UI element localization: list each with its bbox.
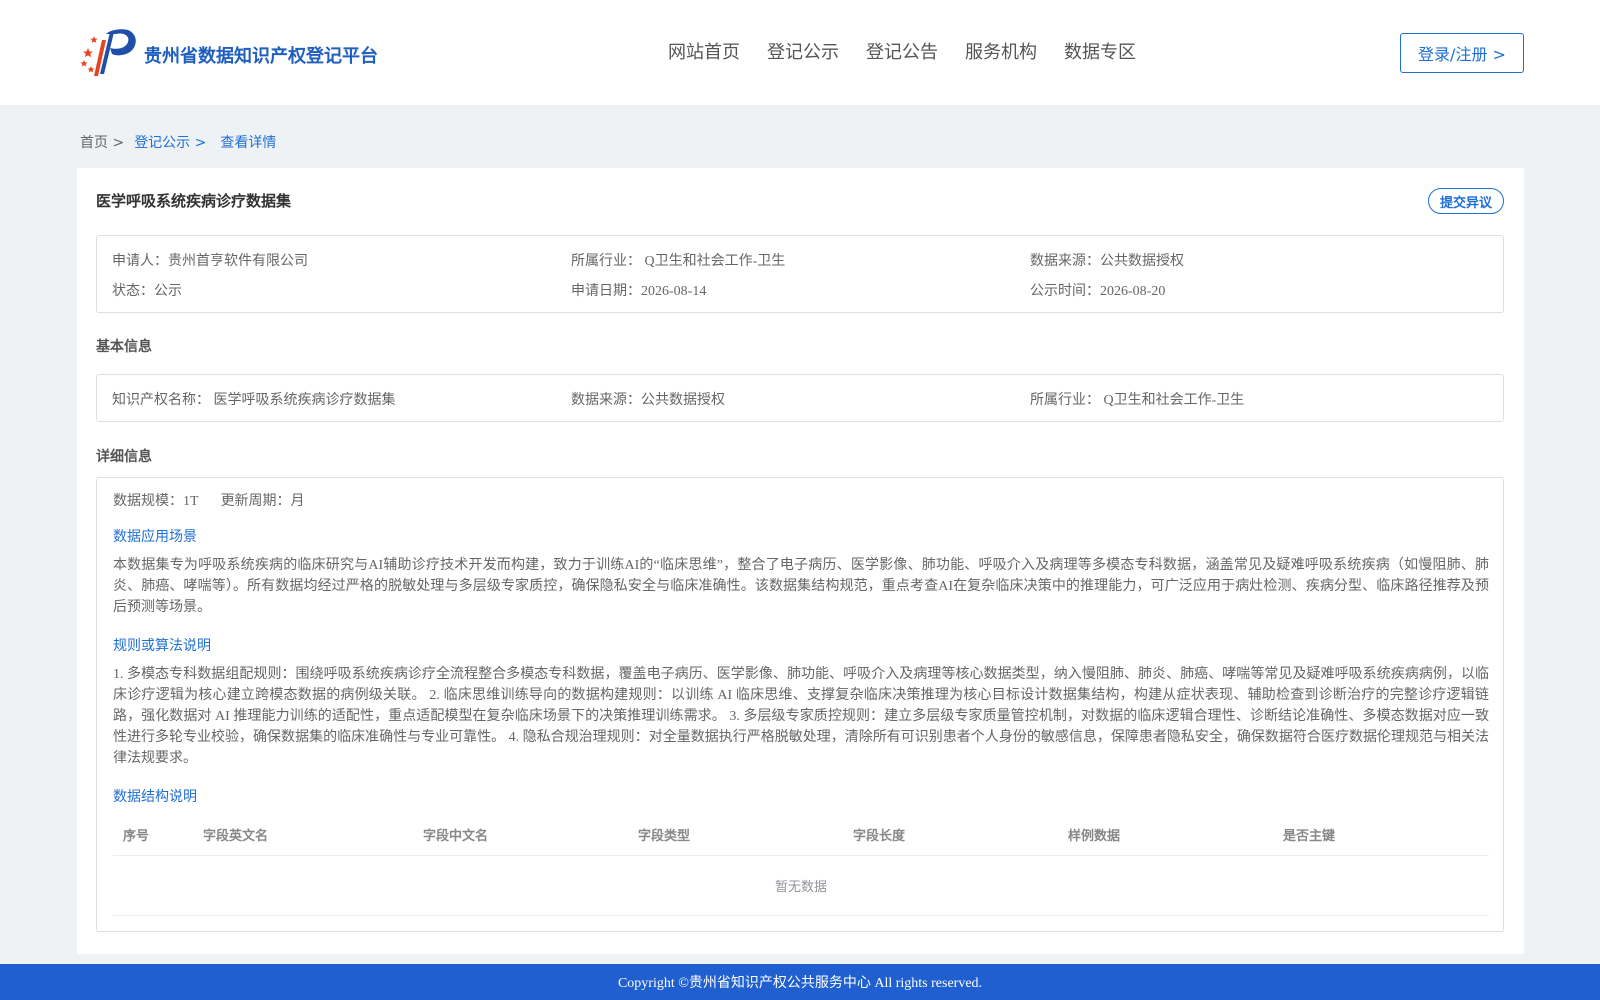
ip-name-field: 知识产权名称： 医学呼吸系统疾病诊疗数据集 [112,393,396,408]
rules-text: 1. 多模态专科数据组配规则：围绕呼吸系统疾病诊疗全流程整合多模态专科数据，覆盖… [113,667,1489,766]
breadcrumb-registration-publicity[interactable]: 登记公示 > [134,132,206,152]
site-title[interactable]: 贵州省数据知识产权登记平台 [144,42,378,68]
basic-data-source-field: 数据来源：公共数据授权 [571,393,725,408]
summary-panel: 申请人：贵州首亨软件有限公司 所属行业： Q卫生和社会工作-卫生 数据来源：公共… [96,235,1504,313]
basic-info-heading: 基本信息 [96,339,152,355]
structure-heading: 数据结构说明 [113,790,197,805]
nav-item-registration-announcement[interactable]: 登记公告 [866,38,938,64]
col-index: 序号 [123,829,150,844]
scenario-text: 本数据集专为呼吸系统疾病的临床研究与AI辅助诊疗技术开发而构建，致力于训练AI的… [113,558,1489,615]
col-field-length: 字段长度 [853,829,906,844]
top-header: 贵州省数据知识产权登记平台 网站首页 登记公示 登记公告 服务机构 数据专区 登… [0,0,1600,105]
breadcrumb-home[interactable]: 首页 > [80,132,124,152]
nav-item-data-zone[interactable]: 数据专区 [1064,38,1136,64]
col-chinese-name: 字段中文名 [423,829,489,844]
industry-field: 所属行业： Q卫生和社会工作-卫生 [571,254,786,269]
footer-copyright: Copyright ©贵州省知识产权公共服务中心 All rights rese… [0,964,1600,1000]
nav-item-registration-publicity[interactable]: 登记公示 [767,38,839,64]
basic-industry-field: 所属行业： Q卫生和社会工作-卫生 [1030,393,1245,408]
table-empty-state: 暂无数据 [113,856,1489,916]
col-primary-key: 是否主键 [1283,829,1336,844]
data-source-field: 数据来源：公共数据授权 [1030,254,1184,269]
data-structure-table: 序号 字段英文名 字段中文名 字段类型 字段长度 样例数据 是否主键 暂无数据 [113,810,1489,916]
apply-date-field: 申请日期：2026-08-14 [571,284,707,299]
col-sample-data: 样例数据 [1068,829,1121,844]
detail-info-heading: 详细信息 [96,449,152,465]
update-cycle: 更新周期：月 [220,494,305,509]
submit-objection-button[interactable]: 提交异议 [1428,188,1504,214]
basic-info-panel: 知识产权名称： 医学呼吸系统疾病诊疗数据集 数据来源：公共数据授权 所属行业： … [96,374,1504,422]
detail-info-panel: 数据规模：1T 更新周期：月 数据应用场景 本数据集专为呼吸系统疾病的临床研究与A… [96,477,1504,932]
data-scale: 数据规模：1T [113,494,199,509]
nav-item-service-agencies[interactable]: 服务机构 [965,38,1037,64]
status-field: 状态：公示 [112,284,182,299]
platform-logo [80,29,136,76]
login-register-button[interactable]: 登录/注册 > [1400,33,1524,73]
breadcrumb-current: 查看详情 [220,135,277,151]
col-field-type: 字段类型 [638,829,691,844]
publish-time-field: 公示时间：2026-08-20 [1030,284,1166,299]
nav-item-home[interactable]: 网站首页 [668,38,740,64]
page-title: 医学呼吸系统疾病诊疗数据集 [96,192,292,210]
table-header-row: 序号 字段英文名 字段中文名 字段类型 字段长度 样例数据 是否主键 [113,810,1489,856]
detail-card: 医学呼吸系统疾病诊疗数据集 提交异议 申请人：贵州首亨软件有限公司 所属行业： … [77,168,1524,954]
rules-heading: 规则或算法说明 [113,639,211,654]
scenario-heading: 数据应用场景 [113,530,197,545]
main-nav: 网站首页 登记公示 登记公告 服务机构 数据专区 [668,38,1163,64]
scale-cycle-line: 数据规模：1T 更新周期：月 [113,490,305,510]
applicant-field: 申请人：贵州首亨软件有限公司 [112,254,308,269]
breadcrumb: 首页 > 登记公示 > 查看详情 [80,132,276,152]
col-english-name: 字段英文名 [203,829,269,844]
